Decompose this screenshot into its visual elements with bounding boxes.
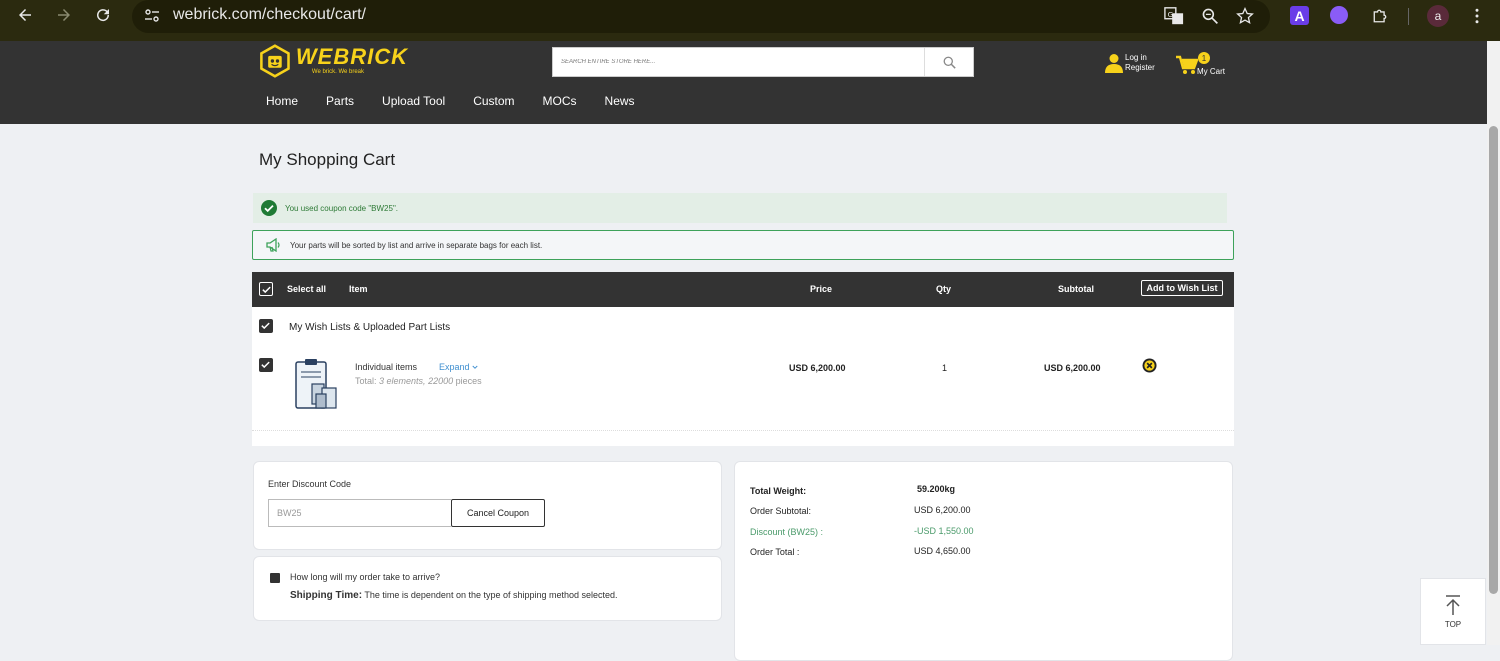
bookmark-star-icon[interactable] — [1234, 5, 1256, 27]
browser-toolbar: webrick.com/checkout/cart/ G A a — [0, 0, 1500, 41]
item-pieces: 22000 — [428, 376, 454, 386]
sorting-info-text: Your parts will be sorted by list and ar… — [290, 240, 543, 250]
site-header: WEBRICK We brick. We break Log in Regist… — [0, 41, 1487, 124]
shipping-answer: Shipping Time: The time is dependent on … — [290, 590, 618, 601]
faq-icon — [270, 573, 280, 583]
item-checkbox[interactable] — [259, 358, 273, 372]
select-all-label[interactable]: Select all — [287, 284, 326, 294]
url-text: webrick.com/checkout/cart/ — [173, 6, 366, 23]
nav-parts[interactable]: Parts — [312, 93, 368, 109]
cancel-coupon-button[interactable]: Cancel Coupon — [451, 499, 545, 527]
discount-label: Enter Discount Code — [268, 479, 352, 489]
discount-code-input[interactable] — [268, 499, 451, 527]
cart-table-header: Select all Item Price Qty Subtotal Add t… — [252, 272, 1234, 307]
order-subtotal-value: USD 6,200.00 — [914, 505, 971, 515]
nav-upload-tool[interactable]: Upload Tool — [368, 93, 459, 109]
item-qty: 1 — [942, 363, 948, 373]
user-icon — [1105, 54, 1123, 73]
order-total-label: Order Total : — [750, 547, 800, 557]
nav-mocs[interactable]: MOCs — [529, 93, 591, 109]
register-link[interactable]: Register — [1125, 63, 1155, 73]
item-name: Individual items — [355, 362, 418, 372]
sorting-info-message: Your parts will be sorted by list and ar… — [252, 230, 1234, 260]
nav-custom[interactable]: Custom — [459, 93, 528, 109]
logo-tagline: We brick. We break — [311, 69, 365, 75]
nav-home[interactable]: Home — [252, 93, 312, 109]
cart-label: My Cart — [1197, 67, 1225, 76]
check-circle-icon — [261, 200, 277, 216]
address-bar[interactable]: webrick.com/checkout/cart/ — [132, 0, 1270, 33]
mini-cart[interactable]: 1 My Cart — [1176, 52, 1236, 80]
account-link[interactable]: Log in Register — [1105, 53, 1155, 73]
coupon-message-text: You used coupon code "BW25". — [285, 203, 399, 213]
item-pieces-suffix: pieces — [453, 376, 482, 386]
back-to-top-button[interactable]: TOP — [1420, 578, 1486, 645]
item-elements: 3 elements, — [379, 376, 426, 386]
discount-summary-value: -USD 1,550.00 — [914, 526, 974, 536]
cart-icon — [1176, 55, 1198, 74]
parts-list-thumbnail-icon — [295, 359, 337, 409]
remove-item-icon[interactable] — [1142, 358, 1157, 373]
group-label: My Wish Lists & Uploaded Part Lists — [289, 322, 451, 333]
reload-icon[interactable] — [92, 4, 114, 26]
search-input[interactable] — [553, 48, 923, 76]
item-subtotal: USD 6,200.00 — [1044, 363, 1101, 373]
total-weight-label: Total Weight: — [750, 486, 807, 496]
order-subtotal-label: Order Subtotal: — [750, 506, 812, 516]
item-total-prefix: Total: — [355, 376, 380, 386]
total-weight-value: 59.200kg — [917, 484, 956, 494]
table-divider — [252, 430, 1234, 431]
arrow-up-icon — [1446, 595, 1460, 615]
back-to-top-label: TOP — [1444, 620, 1462, 629]
item-price: USD 6,200.00 — [789, 363, 846, 373]
menu-kebab-icon[interactable] — [1466, 5, 1488, 27]
col-qty-header: Qty — [936, 284, 952, 294]
page-scrollbar[interactable] — [1487, 41, 1500, 645]
select-all-checkbox[interactable] — [259, 282, 273, 296]
col-item-header: Item — [349, 284, 368, 294]
group-checkbox[interactable] — [259, 319, 273, 333]
search-button[interactable] — [924, 48, 974, 76]
site-logo[interactable]: WEBRICK We brick. We break — [258, 41, 408, 81]
back-icon[interactable] — [14, 4, 36, 26]
expand-label[interactable]: Expand — [439, 362, 470, 372]
col-price-header: Price — [810, 284, 833, 294]
col-subtotal-header: Subtotal — [1058, 284, 1094, 294]
discount-card: Enter Discount Code Cancel Coupon — [253, 461, 722, 550]
nav-news[interactable]: News — [591, 93, 649, 109]
shipping-info-card: How long will my order take to arrive? S… — [253, 556, 722, 621]
cart-count-badge: 1 — [1198, 52, 1210, 64]
zoom-icon[interactable] — [1199, 5, 1221, 27]
profile-avatar[interactable]: a — [1427, 5, 1449, 27]
page-title: My Shopping Cart — [259, 150, 396, 169]
login-link[interactable]: Log in — [1125, 53, 1155, 63]
shipping-answer-label: Shipping Time: — [290, 590, 363, 601]
coupon-success-message: You used coupon code "BW25". — [253, 193, 1227, 223]
order-summary-card: Total Weight: 59.200kg Order Subtotal: U… — [734, 461, 1233, 661]
megaphone-icon — [266, 238, 280, 252]
expand-link[interactable]: Expand — [439, 362, 478, 372]
discount-summary-label: Discount (BW25) : — [750, 527, 824, 537]
translate-icon[interactable]: G — [1163, 5, 1185, 27]
extensions-puzzle-icon[interactable] — [1369, 5, 1391, 27]
cart-table: Select all Item Price Qty Subtotal Add t… — [252, 272, 1234, 446]
shipping-question[interactable]: How long will my order take to arrive? — [290, 572, 440, 582]
toolbar-separator — [1408, 8, 1409, 25]
shipping-answer-text: The time is dependent on the type of shi… — [362, 590, 618, 600]
main-nav: Home Parts Upload Tool Custom MOCs News — [252, 93, 649, 109]
search-icon — [943, 56, 956, 69]
forward-icon[interactable] — [53, 4, 75, 26]
logo-wordmark: WEBRICK — [295, 44, 408, 69]
extension-a-icon[interactable]: A — [1290, 6, 1309, 25]
site-settings-icon[interactable] — [144, 8, 160, 24]
extension-b-icon[interactable] — [1330, 6, 1348, 24]
svg-text:G: G — [1168, 10, 1174, 19]
scrollbar-thumb[interactable] — [1489, 126, 1498, 594]
add-to-wish-list-button[interactable]: Add to Wish List — [1141, 280, 1223, 296]
item-total: Total: 3 elements, 22000 pieces — [355, 376, 482, 386]
chevron-down-icon — [472, 365, 478, 369]
logo-mascot-icon — [260, 44, 290, 78]
search-box — [552, 47, 974, 77]
order-total-value: USD 4,650.00 — [914, 546, 971, 556]
